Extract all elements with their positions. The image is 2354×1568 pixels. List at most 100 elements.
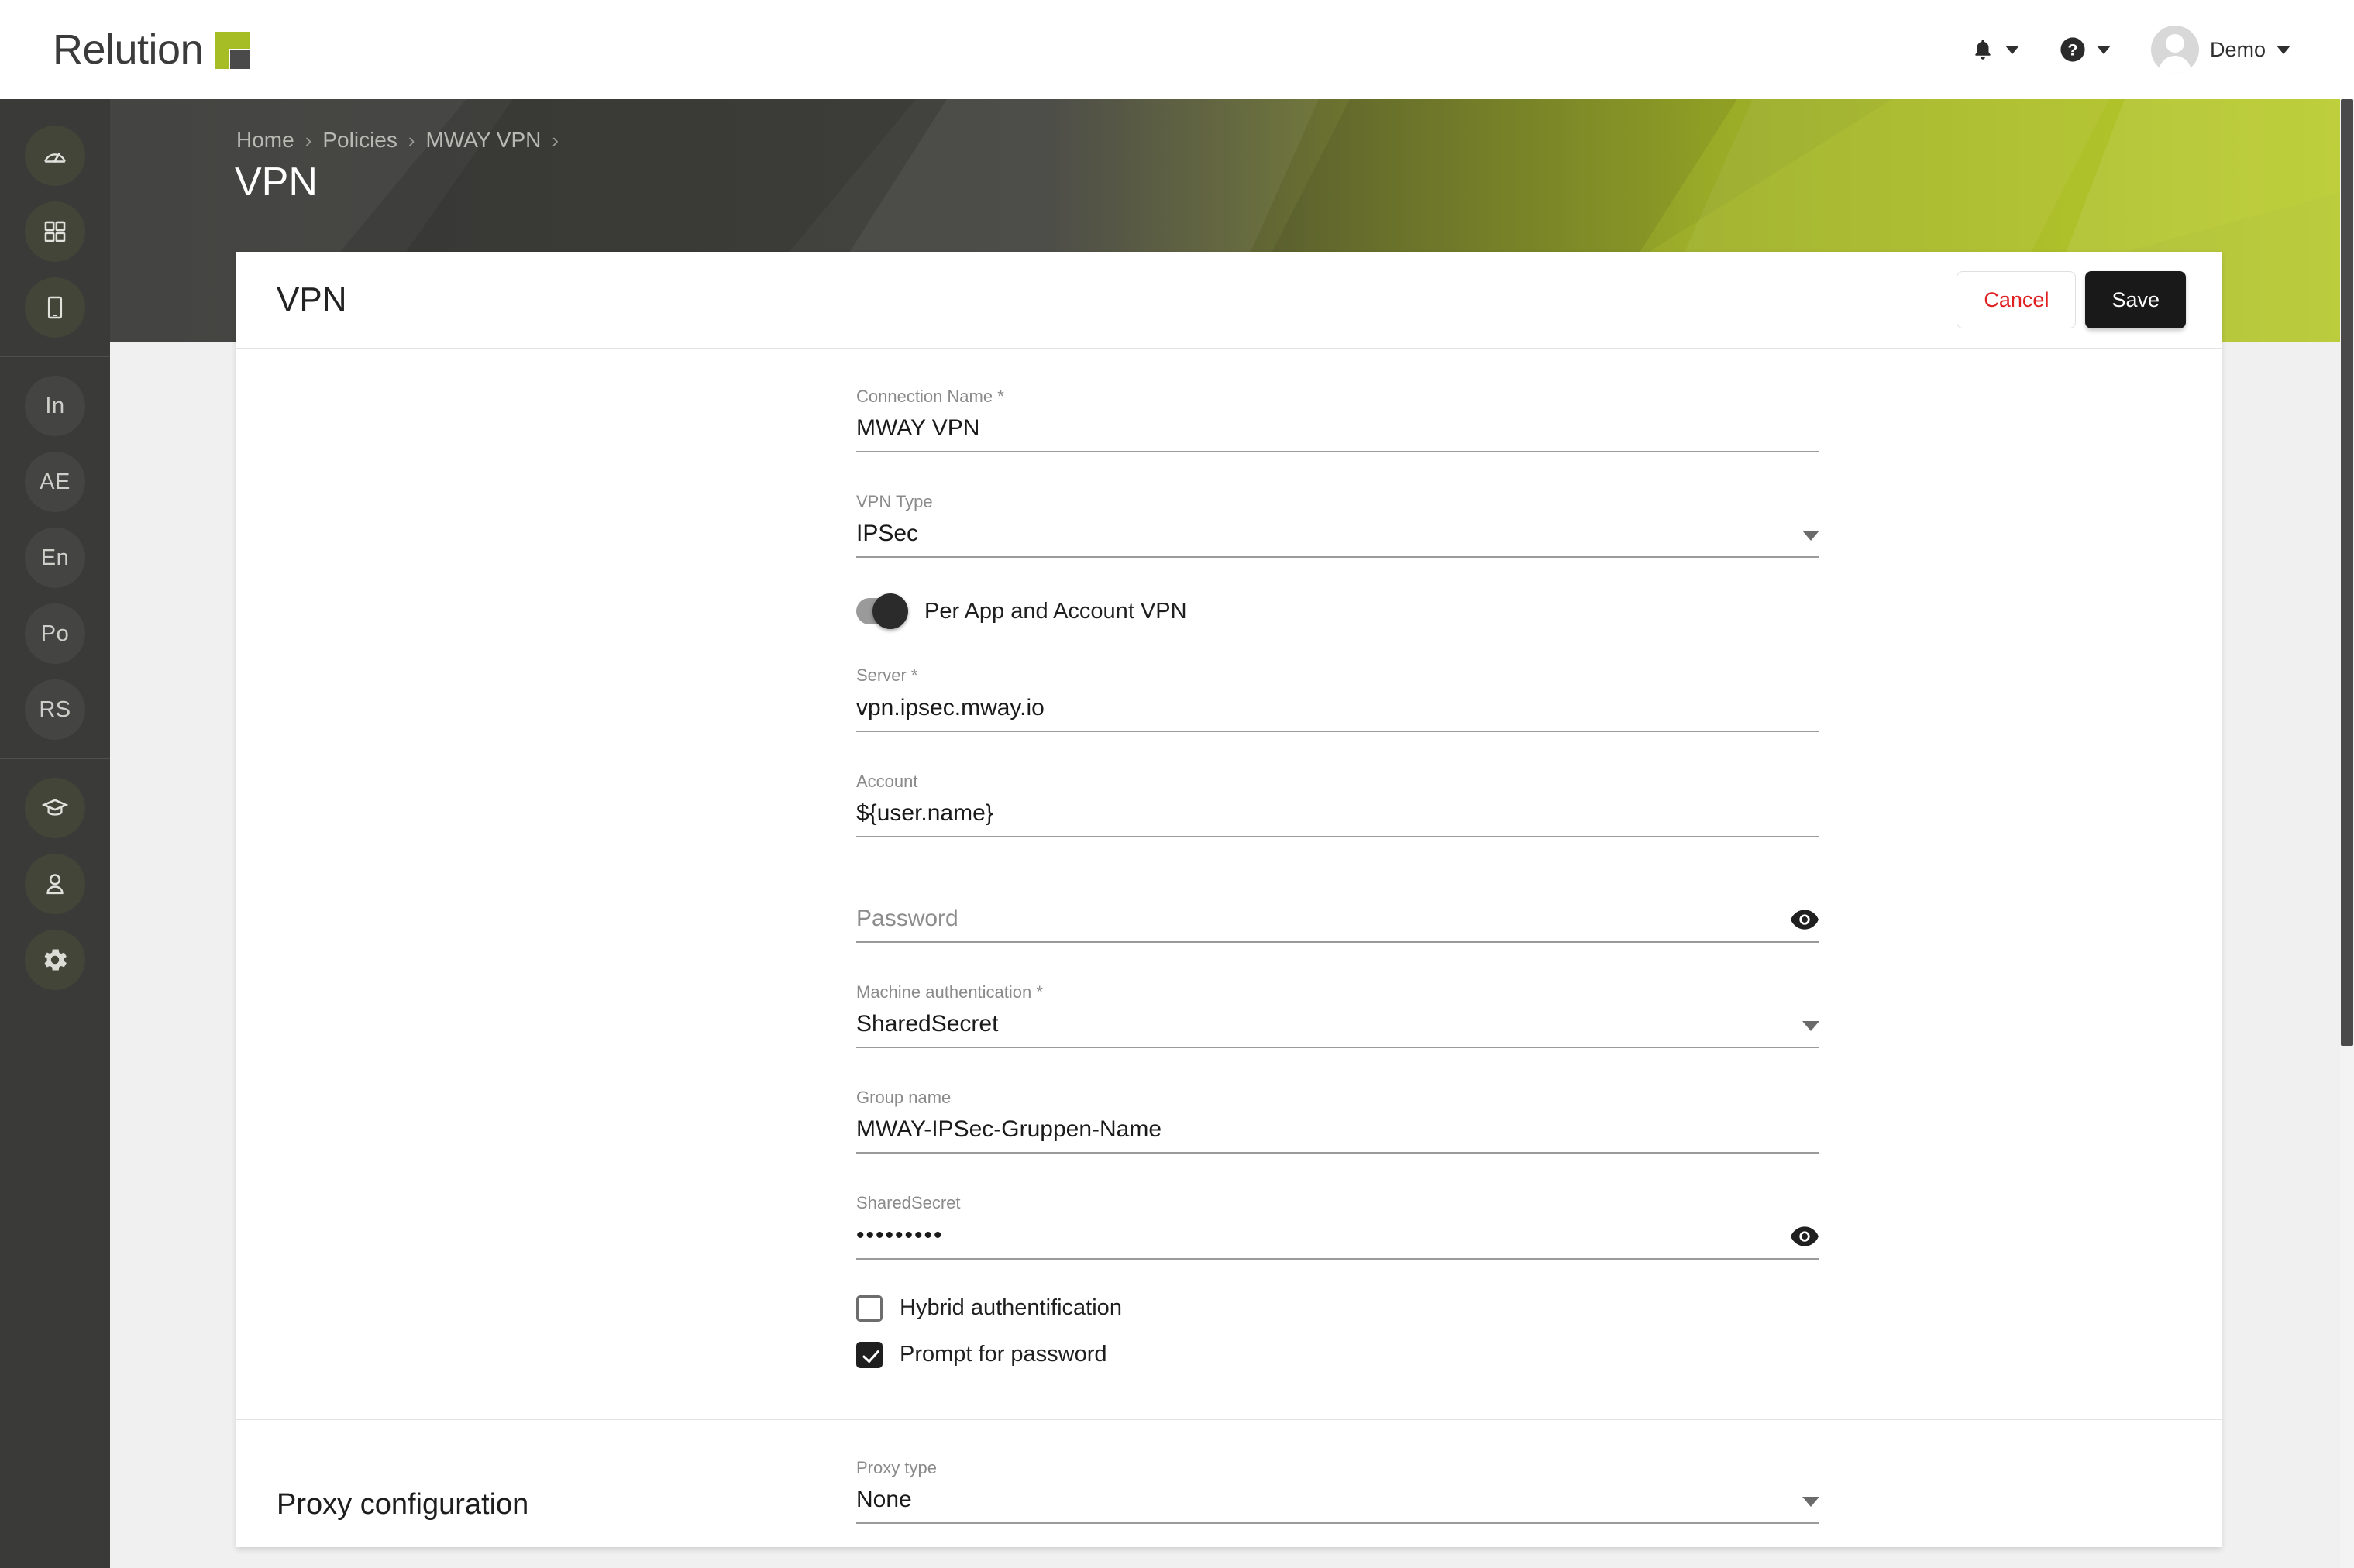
chevron-down-icon[interactable] (1802, 1021, 1819, 1032)
user-menu[interactable]: Demo (2131, 19, 2311, 81)
hybrid-authentication-label: Hybrid authentification (900, 1295, 1122, 1320)
prompt-for-password-checkbox-row[interactable]: Prompt for password (856, 1341, 1819, 1368)
vpn-section-label (236, 383, 856, 1388)
cancel-button[interactable]: Cancel (1957, 271, 2077, 328)
vpn-settings-section: Connection Name * MWAY VPN VPN Type IPSe… (236, 349, 2222, 1420)
sidebar-item-apps[interactable] (0, 194, 110, 270)
password-field: Password (856, 873, 1819, 943)
connection-name-field: Connection Name * MWAY VPN (856, 383, 1819, 453)
sidebar-divider (0, 356, 110, 357)
dashboard-gauge-icon (25, 126, 85, 186)
shared-secret-field: SharedSecret ••••••••• (856, 1189, 1819, 1260)
page-title: VPN (235, 160, 318, 205)
per-app-vpn-toggle[interactable] (856, 593, 908, 630)
avatar (2150, 26, 2199, 74)
group-name-input[interactable]: MWAY-IPSec-Gruppen-Name (856, 1116, 1819, 1143)
account-label: Account (856, 771, 918, 791)
vpn-type-field: VPN Type IPSec (856, 488, 1819, 559)
sidebar-item-inventory[interactable]: In (0, 368, 110, 444)
account-field: Account ${user.name} (856, 768, 1819, 837)
chevron-down-icon[interactable] (1802, 531, 1819, 542)
sidebar-group-primary (0, 110, 110, 353)
machine-authentication-label: Machine authentication * (856, 982, 1043, 1002)
proxy-type-label: Proxy type (856, 1457, 937, 1477)
sidebar-group-secondary (0, 762, 110, 1006)
proxy-type-select-value[interactable]: None (856, 1486, 1793, 1514)
page-scrollbar-thumb[interactable] (2341, 99, 2353, 1046)
sidebar-item-policies[interactable]: Po (0, 596, 110, 672)
server-input[interactable]: vpn.ipsec.mway.io (856, 694, 1819, 722)
chevron-down-icon (2277, 45, 2290, 54)
sidebar-item-label: Po (40, 621, 70, 646)
proxy-fields: Proxy type None (856, 1454, 1819, 1548)
breadcrumb-separator-icon: › (305, 128, 312, 152)
connection-name-label: Connection Name * (856, 387, 1004, 406)
card-actions: Cancel Save (1957, 271, 2186, 328)
save-button[interactable]: Save (2085, 271, 2186, 328)
sidebar-item-devices[interactable] (0, 270, 110, 346)
vpn-type-select-value[interactable]: IPSec (856, 520, 1793, 548)
sidebar-item-enrollment[interactable]: En (0, 520, 110, 596)
top-bar-actions: ? Demo (1951, 19, 2311, 81)
connection-name-input[interactable]: MWAY VPN (856, 414, 1819, 442)
card-title: VPN (277, 280, 347, 318)
chevron-down-icon (2005, 45, 2019, 54)
logo[interactable]: Relution (53, 29, 250, 70)
hybrid-authentication-checkbox-row[interactable]: Hybrid authentification (856, 1295, 1819, 1322)
sidebar-item-label: RS (39, 696, 71, 722)
breadcrumb-item-mway-vpn[interactable]: MWAY VPN (426, 128, 542, 153)
breadcrumb-item-home[interactable]: Home (236, 128, 294, 153)
shared-secret-input[interactable]: ••••••••• (856, 1222, 1781, 1250)
hybrid-authentication-checkbox[interactable] (856, 1295, 883, 1322)
account-input[interactable]: ${user.name} (856, 799, 1819, 827)
breadcrumb-item-policies[interactable]: Policies (322, 128, 397, 153)
per-app-vpn-toggle-row[interactable]: Per App and Account VPN (856, 593, 1819, 630)
breadcrumb: Home › Policies › MWAY VPN › (236, 128, 559, 153)
eye-icon[interactable] (1790, 1225, 1819, 1248)
sidebar-item-settings[interactable] (0, 922, 110, 998)
question-circle-icon: ? (2060, 36, 2086, 63)
proxy-configuration-section: Proxy configuration Proxy type None (236, 1420, 2222, 1548)
user-icon (25, 854, 85, 914)
shared-secret-label: SharedSecret (856, 1193, 961, 1213)
password-label (856, 878, 1819, 896)
top-bar: Relution ? Demo (0, 0, 2354, 99)
sidebar-item-users[interactable] (0, 846, 110, 922)
gear-icon (25, 930, 85, 990)
proxy-configuration-heading: Proxy configuration (277, 1487, 529, 1521)
machine-authentication-select-value[interactable]: SharedSecret (856, 1010, 1793, 1038)
sidebar-item-relution-store[interactable]: RS (0, 672, 110, 748)
sidebar-item-label: En (40, 545, 70, 570)
sidebar: In AE En Po RS (0, 99, 110, 1568)
chevron-down-icon (2096, 45, 2111, 54)
server-field: Server * vpn.ipsec.mway.io (856, 662, 1819, 732)
sidebar-item-education[interactable] (0, 770, 110, 846)
eye-icon[interactable] (1790, 908, 1819, 931)
svg-text:?: ? (2067, 41, 2077, 60)
sidebar-item-label: In (45, 393, 65, 418)
sidebar-group-modules: In AE En Po RS (0, 360, 110, 755)
machine-authentication-field: Machine authentication * SharedSecret (856, 978, 1819, 1049)
group-name-field: Group name MWAY-IPSec-Gruppen-Name (856, 1084, 1819, 1154)
sidebar-item-android-enterprise[interactable]: AE (0, 444, 110, 520)
logo-mark-icon (215, 32, 250, 69)
password-input[interactable]: Password (856, 905, 1781, 933)
prompt-for-password-label: Prompt for password (900, 1342, 1107, 1367)
chevron-down-icon[interactable] (1802, 1496, 1819, 1507)
sidebar-divider (0, 758, 110, 759)
help-menu[interactable]: ? (2039, 19, 2131, 81)
page-scrollbar-track[interactable] (2340, 99, 2354, 1568)
sidebar-item-dashboard[interactable] (0, 118, 110, 194)
server-label: Server * (856, 665, 918, 686)
proxy-type-field: Proxy type None (856, 1454, 1819, 1524)
notifications-menu[interactable] (1951, 19, 2039, 81)
apps-grid-icon (25, 201, 85, 262)
bell-icon (1971, 37, 1994, 62)
per-app-vpn-label: Per App and Account VPN (924, 598, 1187, 624)
vpn-type-label: VPN Type (856, 492, 933, 512)
user-name: Demo (2209, 37, 2266, 61)
prompt-for-password-checkbox[interactable] (856, 1341, 883, 1368)
group-name-label: Group name (856, 1088, 952, 1108)
vpn-settings-card: VPN Cancel Save Connection Name * MWAY V… (236, 252, 2222, 1547)
breadcrumb-separator-icon: › (552, 128, 559, 152)
